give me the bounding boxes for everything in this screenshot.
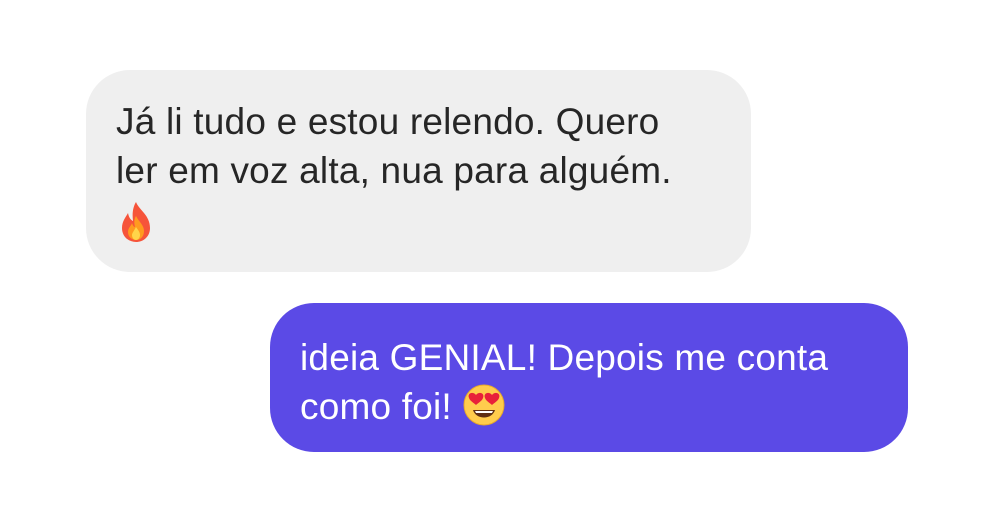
message-text-line: ideia GENIAL! Depois me conta [300,337,829,378]
emoji-line [116,195,721,244]
message-text-line: como foi! [300,382,878,431]
heart-eyes-icon [463,384,505,426]
chat-thread: Já li tudo e estou relendo. Quero ler em… [0,0,1000,523]
outgoing-message-bubble[interactable]: ideia GENIAL! Depois me conta como foi! [270,303,908,452]
message-text: como foi! [300,386,452,427]
incoming-message-bubble[interactable]: Já li tudo e estou relendo. Quero ler em… [86,70,751,272]
fire-icon [122,202,150,243]
message-text-line: ler em voz alta, nua para alguém. [116,150,672,191]
message-text-line: Já li tudo e estou relendo. Quero [116,101,660,142]
